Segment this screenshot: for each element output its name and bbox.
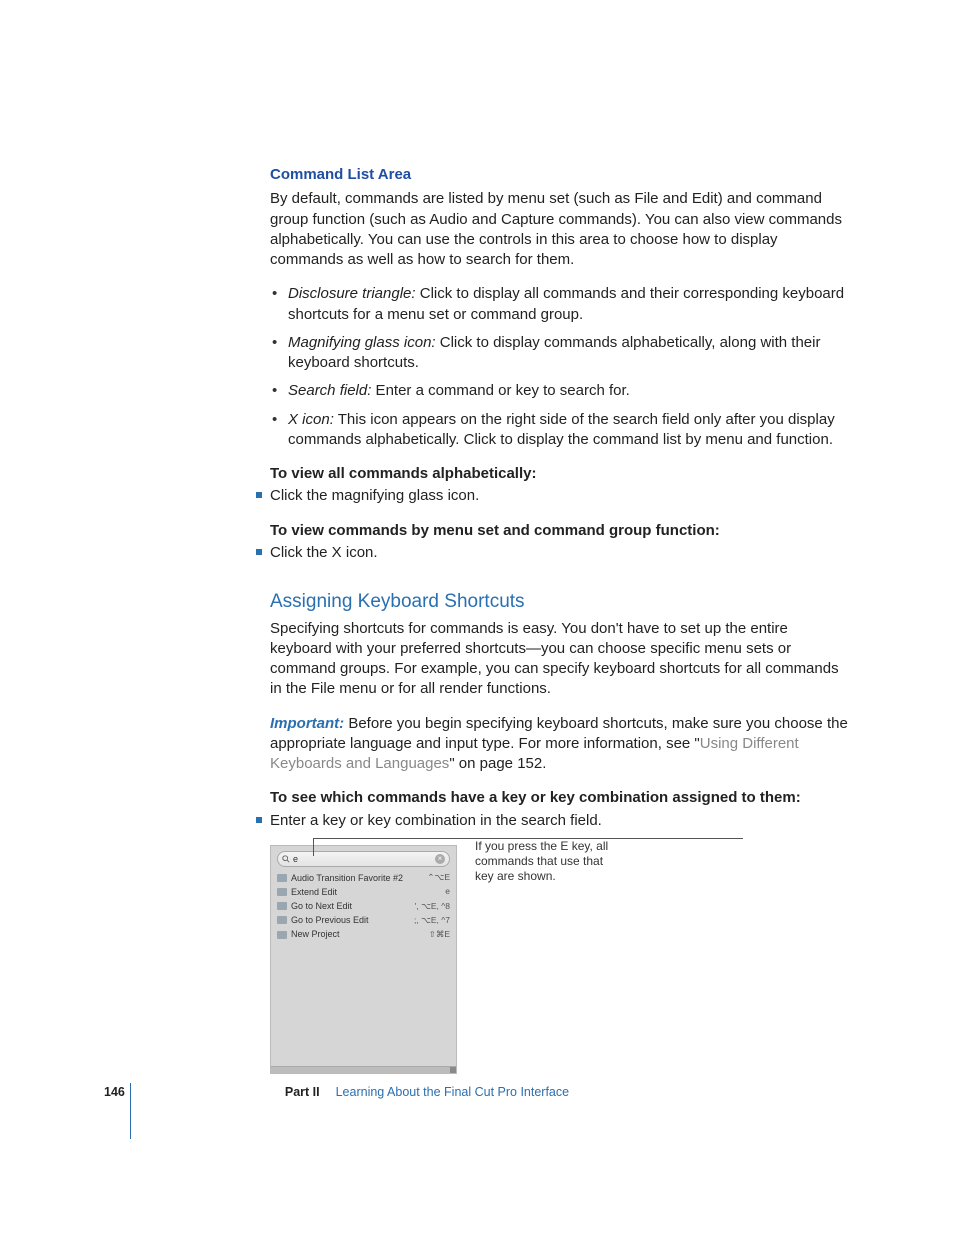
- list-item[interactable]: Go to Previous Edit ;, ⌥E, ^7: [271, 913, 456, 927]
- shortcut-keys: ⌃⌥E: [427, 872, 450, 883]
- callout-text: If you press the E key, all commands tha…: [475, 839, 615, 884]
- important-note: Important: Before you begin specifying k…: [270, 714, 850, 775]
- command-icon: [277, 888, 287, 896]
- list-item: X icon: This icon appears on the right s…: [270, 410, 850, 451]
- procedure-heading: To view all commands alphabetically:: [270, 464, 850, 484]
- part-title: Learning About the Final Cut Pro Interfa…: [336, 1084, 569, 1101]
- procedure-heading: To view commands by menu set and command…: [270, 521, 850, 541]
- section-heading-command-list: Command List Area: [270, 165, 850, 185]
- section-intro: Specifying shortcuts for commands is eas…: [270, 619, 850, 700]
- shortcut-keys: ⇧⌘E: [429, 929, 450, 940]
- section-heading-assigning: Assigning Keyboard Shortcuts: [270, 589, 850, 615]
- command-label: Extend Edit: [291, 886, 441, 898]
- step-list: Click the X icon.: [270, 543, 850, 563]
- list-item[interactable]: New Project ⇧⌘E: [271, 927, 456, 941]
- shortcut-keys: ;, ⌥E, ^7: [414, 915, 450, 926]
- step-item: Enter a key or key combination in the se…: [256, 811, 850, 831]
- search-field[interactable]: ×: [277, 851, 450, 867]
- list-item[interactable]: Audio Transition Favorite #2 ⌃⌥E: [271, 871, 456, 885]
- command-list-panel: × Audio Transition Favorite #2 ⌃⌥E Extend …: [270, 845, 457, 1074]
- important-label: Important:: [270, 715, 344, 732]
- procedure-heading: To see which commands have a key or key …: [270, 788, 850, 808]
- search-input[interactable]: [290, 854, 435, 864]
- page-body: Command List Area By default, commands a…: [270, 165, 850, 1074]
- command-icon: [277, 902, 287, 910]
- page-footer: 146 Part II Learning About the Final Cut…: [104, 1084, 569, 1101]
- list-item: Search field: Enter a command or key to …: [270, 381, 850, 401]
- command-label: Go to Previous Edit: [291, 914, 410, 926]
- bullet-list: Disclosure triangle: Click to display al…: [270, 284, 850, 450]
- list-item[interactable]: Extend Edit e: [271, 885, 456, 899]
- shortcut-keys: e: [445, 886, 450, 897]
- list-item: Disclosure triangle: Click to display al…: [270, 284, 850, 325]
- page-number: 146: [104, 1084, 125, 1101]
- close-icon[interactable]: ×: [435, 854, 445, 864]
- command-icon: [277, 874, 287, 882]
- command-icon: [277, 916, 287, 924]
- shortcut-keys: ', ⌥E, ^8: [415, 901, 450, 912]
- step-item: Click the X icon.: [256, 543, 850, 563]
- callout-tick: [313, 838, 314, 856]
- step-list: Click the magnifying glass icon.: [270, 486, 850, 506]
- scrollbar[interactable]: [271, 1066, 456, 1073]
- command-label: Audio Transition Favorite #2: [291, 872, 423, 884]
- figure: If you press the E key, all commands tha…: [270, 845, 850, 1074]
- command-label: Go to Next Edit: [291, 900, 411, 912]
- search-icon[interactable]: [282, 855, 290, 863]
- step-item: Click the magnifying glass icon.: [256, 486, 850, 506]
- scroll-thumb[interactable]: [450, 1067, 456, 1073]
- part-label: Part II: [285, 1084, 320, 1101]
- section-intro: By default, commands are listed by menu …: [270, 189, 850, 270]
- result-list: Audio Transition Favorite #2 ⌃⌥E Extend Ed…: [271, 871, 456, 1066]
- list-item: Magnifying glass icon: Click to display …: [270, 333, 850, 374]
- command-icon: [277, 931, 287, 939]
- step-list: Enter a key or key combination in the se…: [270, 811, 850, 831]
- command-label: New Project: [291, 928, 425, 940]
- list-item[interactable]: Go to Next Edit ', ⌥E, ^8: [271, 899, 456, 913]
